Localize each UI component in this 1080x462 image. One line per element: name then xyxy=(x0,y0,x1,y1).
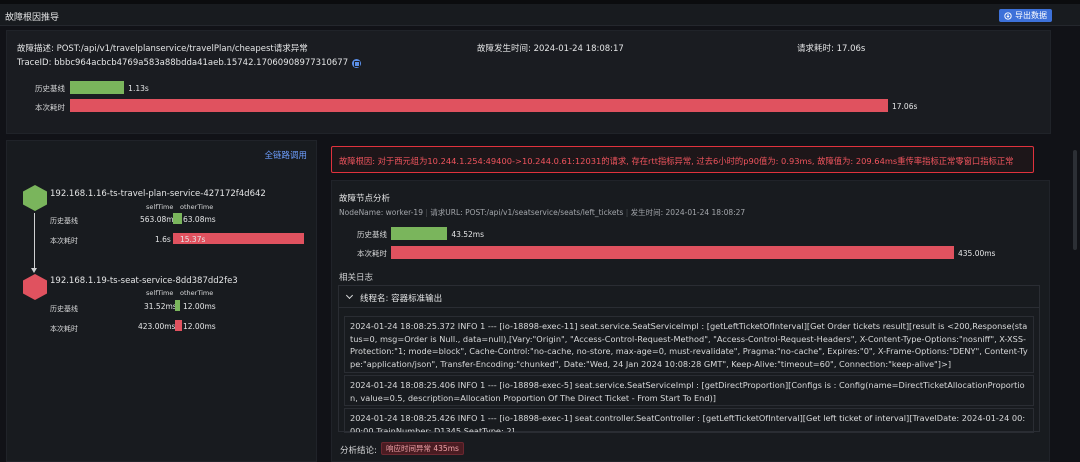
summary-baseline-bar xyxy=(70,81,125,94)
scrollbar[interactable] xyxy=(1073,150,1077,250)
service-baseline-self: 31.52ms xyxy=(144,302,177,311)
service-name-travel-plan[interactable]: 192.168.1.16-ts-travel-plan-service-4271… xyxy=(50,189,266,199)
other-time-header: otherTime xyxy=(180,289,214,297)
page-title: 故障根因推导 xyxy=(5,13,60,23)
service-current-self: 423.00ms xyxy=(138,322,176,331)
fault-time: 故障发生时间: 2024-01-24 18:08:17 xyxy=(477,44,624,54)
self-time-header: selfTime xyxy=(146,289,174,297)
node-name: NodeName: worker-19 xyxy=(339,208,423,217)
export-label: 导出数据 xyxy=(1015,11,1047,20)
service-baseline-self: 563.08ms xyxy=(140,215,178,224)
service-current-label: 本次耗时 xyxy=(50,325,78,333)
node-current-bar xyxy=(391,246,954,259)
service-baseline-other: 63.08ms xyxy=(183,215,216,224)
node-current-label: 本次耗时 xyxy=(357,249,387,258)
logs-title: 相关日志 xyxy=(339,273,374,283)
root-cause-text: 故障根因: 对于西元组为10.244.1.254:49400->10.244.0… xyxy=(339,156,1014,166)
service-node-icon[interactable] xyxy=(23,185,47,211)
service-name-seat[interactable]: 192.168.1.19-ts-seat-service-8dd387dd2fe… xyxy=(50,276,238,286)
service-baseline-label: 历史基线 xyxy=(50,217,78,225)
node-baseline-bar xyxy=(391,227,448,240)
service-baseline-other-bar xyxy=(178,213,182,224)
thread-header[interactable]: 线程名: 容器标准输出 xyxy=(339,286,1039,308)
summary-current-label: 本次耗时 xyxy=(35,103,65,112)
node-current-value: 435.00ms xyxy=(958,249,996,258)
trace-id: TraceID: bbbc964acbcb4769a583a88bdda41ae… xyxy=(17,58,349,68)
node-meta: NodeName: worker-19 | 请求URL: POST:/api/v… xyxy=(339,208,746,217)
occur-time: 发生时间: 2024-01-24 18:08:27 xyxy=(630,208,746,217)
service-current-label: 本次耗时 xyxy=(50,237,78,245)
service-baseline-other-bar xyxy=(178,300,180,311)
root-cause-alert: 故障根因: 对于西元组为10.244.1.254:49400->10.244.0… xyxy=(331,146,1034,173)
self-time-header: selfTime xyxy=(146,203,174,211)
summary-current-value: 17.06s xyxy=(892,102,918,111)
call-chain-panel: 全链路调用 192.168.1.16-ts-travel-plan-servic… xyxy=(6,140,317,462)
conclusion-badge: 响应时间异常 435ms xyxy=(381,442,464,455)
export-button[interactable]: 导出数据 xyxy=(999,9,1052,22)
other-time-header: otherTime xyxy=(180,203,214,211)
export-icon xyxy=(1004,11,1012,20)
node-baseline-label: 历史基线 xyxy=(357,230,387,239)
service-current-other: 15.37s xyxy=(180,235,206,244)
log-entry: 2024-01-24 18:08:25.426 INFO 1 --- [io-1… xyxy=(344,408,1034,433)
service-current-self: 1.6s xyxy=(155,235,171,244)
node-analysis-title: 故障节点分析 xyxy=(339,194,391,204)
log-entry: 2024-01-24 18:08:25.372 INFO 1 --- [io-1… xyxy=(344,316,1034,373)
copy-icon[interactable] xyxy=(352,58,362,68)
log-panel: 线程名: 容器标准输出 2024-01-24 18:08:25.372 INFO… xyxy=(338,285,1040,433)
request-url: 请求URL: POST:/api/v1/seatservice/seats/le… xyxy=(430,208,624,217)
fault-summary-panel: 故障描述: POST:/api/v1/travelplanservice/tra… xyxy=(6,30,1051,134)
conclusion-label: 分析结论: xyxy=(340,446,377,456)
call-connector xyxy=(34,213,35,269)
fault-description: 故障描述: POST:/api/v1/travelplanservice/tra… xyxy=(17,44,308,54)
page-header: 故障根因推导 导出数据 xyxy=(0,4,1080,26)
log-entry: 2024-01-24 18:08:25.406 INFO 1 --- [io-1… xyxy=(344,375,1034,406)
chevron-down-icon[interactable] xyxy=(345,291,354,300)
summary-baseline-value: 1.13s xyxy=(128,84,149,93)
request-duration: 请求耗时: 17.06s xyxy=(797,44,866,54)
service-baseline-label: 历史基线 xyxy=(50,305,78,313)
thread-name: 线程名: 容器标准输出 xyxy=(360,294,443,304)
node-analysis-panel: 故障节点分析 NodeName: worker-19 | 请求URL: POST… xyxy=(331,180,1050,462)
trace-id-row: TraceID: bbbc964acbcb4769a583a88bdda41ae… xyxy=(17,58,362,68)
summary-current-bar xyxy=(70,99,888,112)
service-current-other-bar xyxy=(180,320,182,331)
service-current-other: 12.00ms xyxy=(183,322,216,331)
summary-baseline-label: 历史基线 xyxy=(35,84,65,93)
full-chain-link[interactable]: 全链路调用 xyxy=(264,149,307,161)
call-arrow-icon xyxy=(31,268,37,273)
node-baseline-value: 43.52ms xyxy=(451,230,484,239)
fault-node-icon[interactable] xyxy=(23,274,47,300)
service-baseline-other: 12.00ms xyxy=(183,302,216,311)
